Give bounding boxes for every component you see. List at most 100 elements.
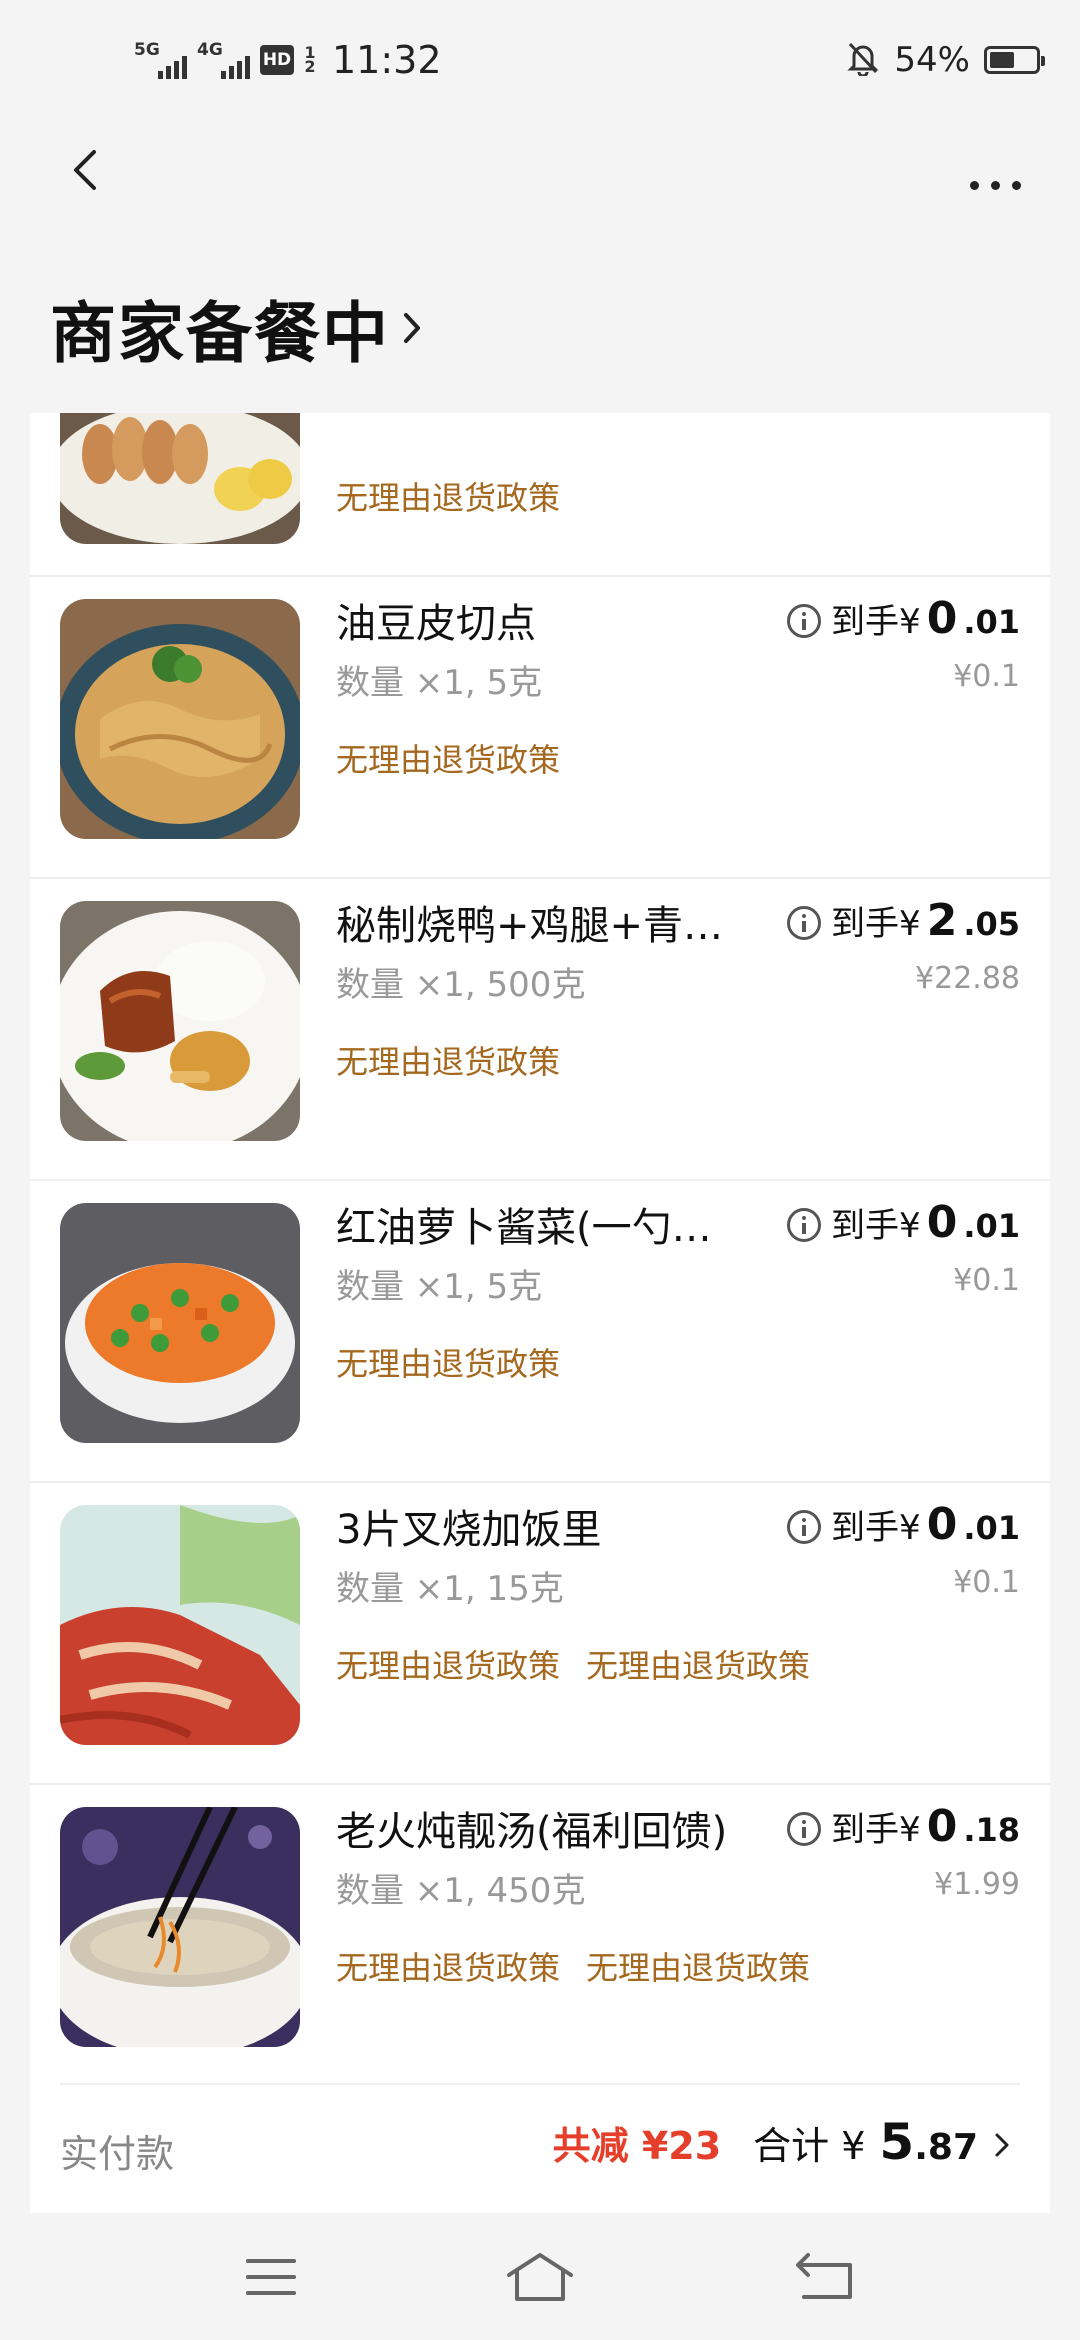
price-final: 到手¥ 0 .01 [787, 1499, 1020, 1550]
policy-tags: 无理由退货政策 [336, 735, 560, 781]
order-items-card: 无理由退货政策 油豆皮切点 到手¥ 0 .01 数量 ×1, 5克 ¥0.1 无 [30, 413, 1050, 2213]
payment-summary[interactable]: 实付款 共减 ¥23 合计 ¥ 5 .87 [60, 2083, 1020, 2205]
return-policy-tag[interactable]: 无理由退货政策 [586, 1943, 810, 1989]
item-name: 秘制烧鸭+鸡腿+青… [336, 903, 724, 949]
item-quantity: 数量 ×1, 15克 [336, 1569, 564, 1609]
price-final: 到手¥ 0 .18 [787, 1801, 1020, 1852]
order-item[interactable]: 油豆皮切点 到手¥ 0 .01 数量 ×1, 5克 ¥0.1 无理由退货政策 [30, 575, 1050, 879]
price-dec: .01 [963, 1207, 1020, 1245]
food-thumbnail [60, 1505, 300, 1745]
item-quantity: 数量 ×1, 5克 [336, 663, 543, 703]
price-int: 0 [926, 1197, 958, 1248]
food-tofu-skin-image [60, 599, 300, 839]
item-quantity: 数量 ×1, 5克 [336, 1267, 543, 1307]
info-icon[interactable] [787, 906, 822, 940]
price-dec: .18 [963, 1811, 1020, 1849]
status-bar: 5G 4G HD 1 2 11:32 54% [0, 0, 1080, 120]
item-name: 3片叉烧加饭里 [336, 1507, 602, 1553]
more-dot-icon [969, 180, 979, 190]
order-item[interactable]: 老火炖靓汤(福利回馈) 到手¥ 0 .18 数量 ×1, 450克 ¥1.99 … [30, 1783, 1050, 2085]
return-policy-tag[interactable]: 无理由退货政策 [336, 1037, 560, 1083]
signal-5g-icon: 5G [134, 41, 187, 79]
order-item[interactable]: 红油萝卜酱菜(一勺… 到手¥ 0 .01 数量 ×1, 5克 ¥0.1 无理由退… [30, 1179, 1050, 1483]
price-prefix: 到手¥ [831, 1206, 921, 1246]
policy-tags: 无理由退货政策 [336, 1339, 560, 1385]
return-policy-tag[interactable]: 无理由退货政策 [586, 1641, 810, 1687]
policy-tags: 无理由退货政策 无理由退货政策 [336, 1943, 810, 1989]
original-price: ¥1.99 [934, 1867, 1020, 1902]
status-time: 11:32 [332, 38, 442, 82]
policy-tags: 无理由退货政策 [336, 473, 560, 519]
food-char-siu-image [60, 1505, 300, 1745]
price-prefix: 到手¥ [831, 1810, 921, 1850]
info-icon[interactable] [787, 604, 822, 638]
price-int: 2 [926, 895, 958, 946]
return-policy-tag[interactable]: 无理由退货政策 [336, 1641, 560, 1687]
order-item[interactable]: 无理由退货政策 [30, 413, 1050, 577]
home-button[interactable] [505, 2249, 575, 2305]
price-dec: .01 [963, 603, 1020, 641]
price-int: 0 [926, 1499, 958, 1550]
return-policy-tag[interactable]: 无理由退货政策 [336, 1943, 560, 1989]
food-thumbnail [60, 1807, 300, 2047]
original-price: ¥0.1 [953, 659, 1020, 694]
total-int: 5 [879, 2113, 915, 2171]
food-soup-image [60, 1807, 300, 2047]
order-item[interactable]: 秘制烧鸭+鸡腿+青… 到手¥ 2 .05 数量 ×1, 500克 ¥22.88 … [30, 877, 1050, 1181]
hd-sim-label: 1 2 [304, 43, 316, 76]
return-policy-tag[interactable]: 无理由退货政策 [336, 735, 560, 781]
signal-5g-label: 5G [134, 40, 160, 60]
signal-4g-icon: 4G [197, 41, 250, 79]
info-icon[interactable] [787, 1812, 822, 1846]
discount-total: 共减 ¥23 [552, 2124, 722, 2168]
food-thumbnail [60, 901, 300, 1141]
price-final: 到手¥ 2 .05 [787, 895, 1020, 946]
status-left: 5G 4G HD 1 2 11:32 [134, 32, 442, 88]
back-button[interactable] [60, 140, 110, 200]
policy-tags: 无理由退货政策 [336, 1037, 560, 1083]
bell-off-icon [846, 40, 880, 80]
info-icon[interactable] [787, 1208, 822, 1242]
food-carrot-pickle-image [60, 1203, 300, 1443]
policy-tags: 无理由退货政策 无理由退货政策 [336, 1641, 810, 1687]
original-price: ¥0.1 [953, 1263, 1020, 1298]
menu-icon [246, 2259, 296, 2295]
price-dec: .01 [963, 1509, 1020, 1547]
page-title: 商家备餐中 [50, 295, 390, 372]
more-dot-icon [1011, 180, 1021, 190]
food-thumbnail [60, 413, 300, 544]
item-quantity: 数量 ×1, 450克 [336, 1871, 586, 1911]
menu-button[interactable] [236, 2249, 306, 2305]
return-policy-tag[interactable]: 无理由退货政策 [336, 1339, 560, 1385]
return-button[interactable] [790, 2249, 860, 2305]
back-return-icon [796, 2253, 852, 2299]
total-dec: .87 [914, 2127, 978, 2168]
price-prefix: 到手¥ [831, 1508, 921, 1548]
price-int: 0 [926, 593, 958, 644]
price-int: 0 [926, 1801, 958, 1852]
chevron-right-icon [995, 2133, 1009, 2157]
status-right: 54% [846, 34, 1045, 86]
paid-amount-label: 实付款 [60, 2132, 175, 2176]
food-thumbnail [60, 599, 300, 839]
home-icon [507, 2253, 573, 2301]
price-prefix: 到手¥ [831, 602, 921, 642]
price-prefix: 到手¥ [831, 904, 921, 944]
order-item[interactable]: 3片叉烧加饭里 到手¥ 0 .01 数量 ×1, 15克 ¥0.1 无理由退货政… [30, 1481, 1050, 1785]
item-quantity: 数量 ×1, 500克 [336, 965, 586, 1005]
chevron-left-icon [74, 150, 96, 190]
return-policy-tag[interactable]: 无理由退货政策 [336, 473, 560, 519]
price-dec: .05 [963, 905, 1020, 943]
item-name: 油豆皮切点 [336, 601, 536, 647]
price-final: 到手¥ 0 .01 [787, 1197, 1020, 1248]
info-icon[interactable] [787, 1510, 822, 1544]
chevron-right-icon [404, 313, 420, 343]
signal-4g-label: 4G [197, 40, 223, 60]
item-name: 红油萝卜酱菜(一勺… [336, 1205, 712, 1251]
food-roast-duck-image [60, 901, 300, 1141]
total-label: 合计 ¥ [753, 2124, 866, 2168]
battery-icon [984, 46, 1045, 74]
hd-voice-icon: HD [260, 45, 294, 75]
more-options-button[interactable] [950, 160, 1040, 210]
order-status-title[interactable]: 商家备餐中 [50, 283, 422, 373]
